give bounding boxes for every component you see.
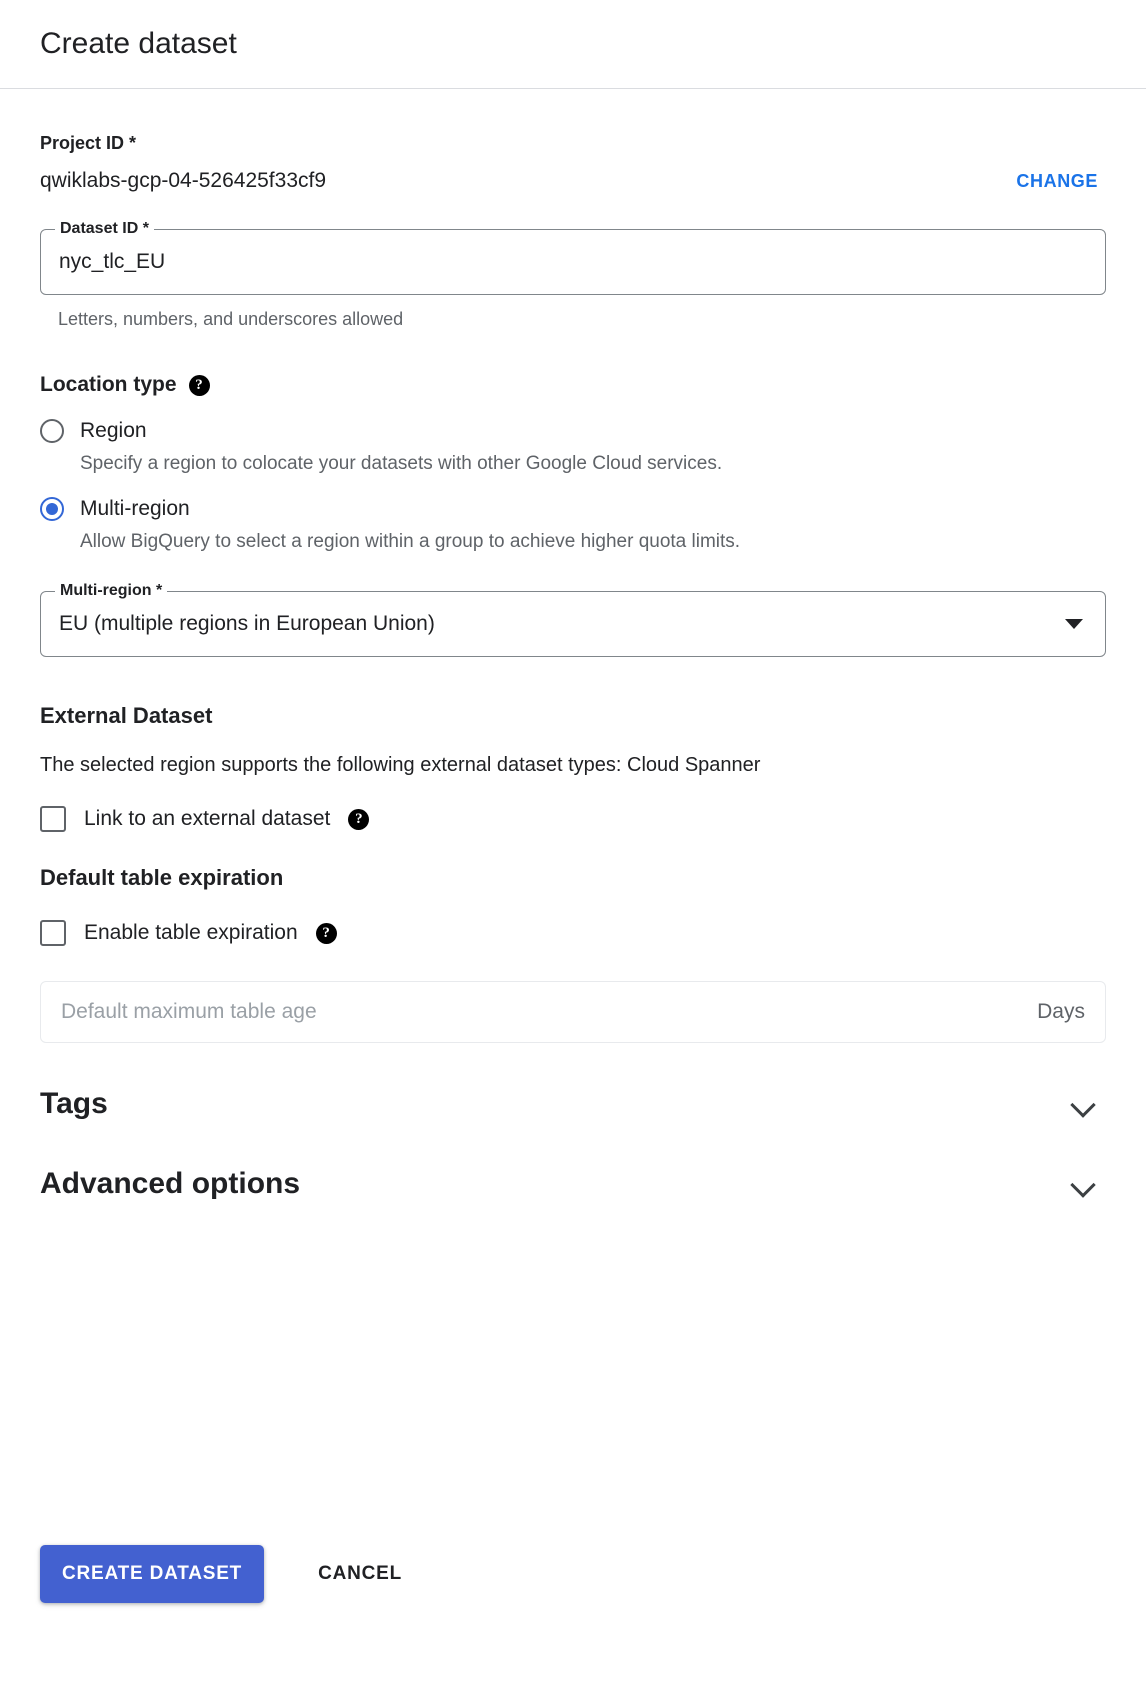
expander-advanced-options-title: Advanced options: [40, 1167, 301, 1200]
days-suffix-label: Days: [1037, 1000, 1085, 1023]
location-type-heading: Location type ?: [40, 371, 1106, 399]
change-project-link[interactable]: CHANGE: [1016, 171, 1106, 192]
dataset-id-legend: Dataset ID *: [55, 219, 154, 239]
radio-region-label: Region: [80, 419, 147, 442]
dataset-id-field[interactable]: Dataset ID * nyc_tlc_EU: [40, 219, 1106, 295]
external-dataset-description: The selected region supports the followi…: [40, 754, 761, 776]
chevron-down-icon-tags[interactable]: [1070, 1089, 1100, 1119]
project-id-row: qwiklabs-gcp-04-526425f33cf9 CHANGE: [40, 167, 1106, 195]
radio-multi-region-description: Allow BigQuery to select a region within…: [80, 531, 741, 552]
link-external-dataset-row[interactable]: Link to an external dataset ?: [40, 805, 1106, 833]
radio-multi-region-label: Multi-region: [80, 497, 190, 520]
default-max-table-age-field[interactable]: Default maximum table age Days: [40, 981, 1106, 1043]
multi-region-selected-value: EU (multiple regions in European Union): [59, 612, 435, 635]
link-external-dataset-label: Link to an external dataset: [84, 807, 331, 830]
chevron-down-icon[interactable]: [1065, 619, 1083, 629]
radio-option-multi-region[interactable]: Multi-region Allow BigQuery to select a …: [40, 495, 1106, 555]
location-type-label: Location type: [40, 373, 177, 396]
help-icon-location-type[interactable]: ?: [188, 374, 210, 396]
cancel-button[interactable]: CANCEL: [296, 1545, 424, 1603]
help-icon-table-expiration[interactable]: ?: [315, 922, 337, 944]
multi-region-select[interactable]: Multi-region * EU (multiple regions in E…: [40, 581, 1106, 657]
dialog-header: Create dataset: [0, 0, 1146, 88]
action-bar: CREATE DATASET CANCEL: [40, 1545, 424, 1603]
external-dataset-section: External Dataset The selected region sup…: [40, 701, 1106, 833]
create-dataset-button[interactable]: CREATE DATASET: [40, 1545, 265, 1603]
page-title: Create dataset: [40, 27, 237, 60]
radio-region-description: Specify a region to colocate your datase…: [80, 453, 723, 474]
project-id-label: Project ID *: [40, 133, 137, 153]
help-icon-external-dataset[interactable]: ?: [348, 808, 370, 830]
dataset-id-input[interactable]: nyc_tlc_EU: [59, 248, 165, 276]
multi-region-legend: Multi-region *: [55, 581, 168, 601]
expander-advanced-options[interactable]: Advanced options: [40, 1165, 1106, 1203]
expander-tags-title: Tags: [40, 1087, 108, 1120]
radio-region[interactable]: [40, 419, 64, 443]
dataset-id-hint: Letters, numbers, and underscores allowe…: [58, 309, 404, 329]
create-dataset-panel: Create dataset Project ID * qwiklabs-gcp…: [0, 0, 1146, 1696]
chevron-down-icon-advanced-options[interactable]: [1070, 1169, 1100, 1199]
expander-tags[interactable]: Tags: [40, 1085, 1106, 1123]
table-expiration-title: Default table expiration: [40, 865, 284, 890]
enable-table-expiration-row[interactable]: Enable table expiration ?: [40, 919, 1106, 947]
table-expiration-section: Default table expiration Enable table ex…: [40, 863, 1106, 1043]
project-id-block: Project ID * qwiklabs-gcp-04-526425f33cf…: [40, 89, 1106, 195]
default-max-table-age-placeholder: Default maximum table age: [61, 1000, 317, 1023]
external-dataset-title: External Dataset: [40, 703, 213, 728]
project-id-value: qwiklabs-gcp-04-526425f33cf9: [40, 169, 327, 192]
checkbox-enable-table-expiration[interactable]: [40, 920, 66, 946]
checkbox-link-external-dataset[interactable]: [40, 806, 66, 832]
radio-group-location-type: Region Specify a region to colocate your…: [40, 417, 1106, 555]
enable-table-expiration-label: Enable table expiration: [84, 921, 298, 944]
form-content: Project ID * qwiklabs-gcp-04-526425f33cf…: [0, 89, 1146, 1203]
radio-multi-region[interactable]: [40, 497, 64, 521]
radio-option-region[interactable]: Region Specify a region to colocate your…: [40, 417, 1106, 477]
